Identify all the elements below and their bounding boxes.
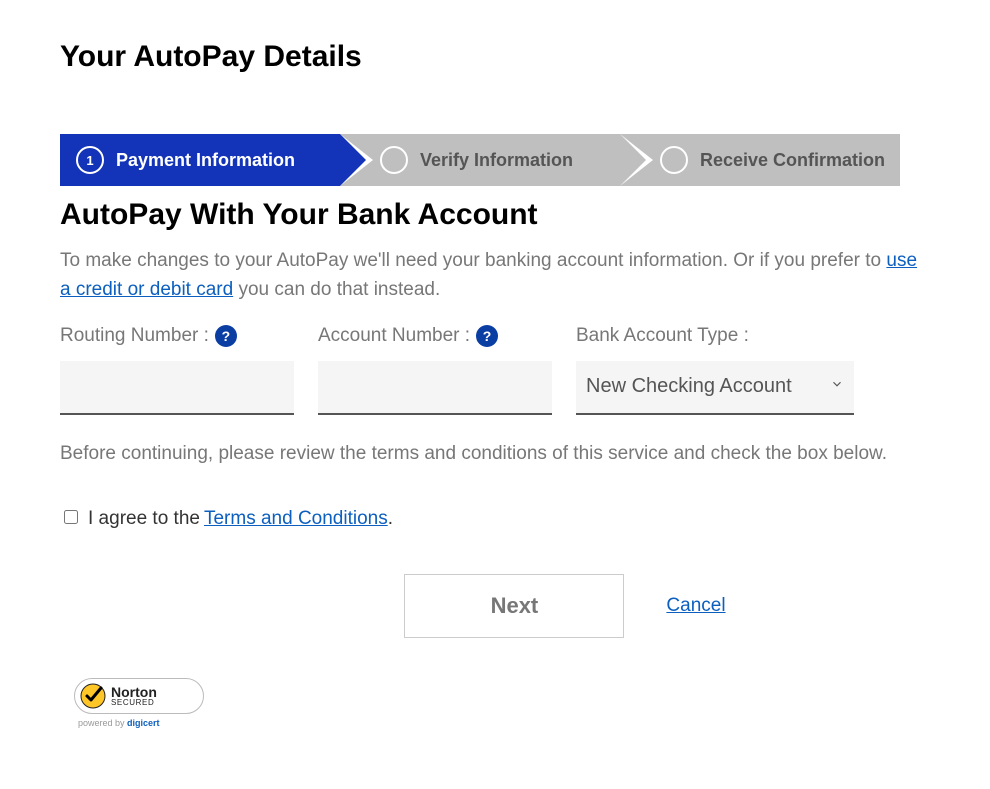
step-number: 3: [660, 146, 688, 174]
agree-post: .: [388, 508, 393, 530]
agree-pre: I agree to the: [88, 508, 200, 530]
step-payment-information: 1 Payment Information: [60, 134, 340, 186]
account-type-selected: New Checking Account: [586, 375, 792, 398]
account-number-label: Account Number :: [318, 325, 470, 347]
intro-post: you can do that instead.: [233, 279, 440, 300]
step-verify-information: 2 Verify Information: [340, 134, 620, 186]
account-type-select[interactable]: New Checking Account: [576, 361, 854, 415]
section-title: AutoPay With Your Bank Account: [60, 198, 930, 232]
account-number-field: Account Number : ?: [318, 325, 552, 415]
intro-pre: To make changes to your AutoPay we'll ne…: [60, 250, 886, 271]
badge-sub: SECURED: [111, 699, 157, 707]
terms-link[interactable]: Terms and Conditions: [204, 508, 388, 530]
step-number: 1: [76, 146, 104, 174]
step-receive-confirmation: 3 Receive Confirmation: [620, 134, 900, 186]
routing-number-field: Routing Number : ?: [60, 325, 294, 415]
step-label: Payment Information: [116, 150, 295, 171]
help-icon[interactable]: ?: [215, 325, 237, 347]
step-number: 2: [380, 146, 408, 174]
routing-number-label: Routing Number :: [60, 325, 209, 347]
progress-steps: 1 Payment Information 2 Verify Informati…: [60, 134, 900, 186]
step-label: Receive Confirmation: [700, 150, 885, 171]
agree-checkbox[interactable]: [64, 510, 78, 524]
badge-powered-pre: powered by: [78, 718, 127, 728]
norton-secured-badge: Norton SECURED powered by digicert: [74, 678, 204, 728]
next-button[interactable]: Next: [404, 574, 624, 638]
cancel-link[interactable]: Cancel: [666, 595, 725, 617]
terms-note: Before continuing, please review the ter…: [60, 439, 930, 468]
page-title: Your AutoPay Details: [60, 40, 930, 74]
account-type-label: Bank Account Type :: [576, 325, 749, 347]
checkmark-icon: [79, 682, 107, 710]
routing-number-input[interactable]: [60, 361, 294, 415]
chevron-down-icon: [830, 377, 844, 396]
badge-name: Norton: [111, 685, 157, 699]
help-icon[interactable]: ?: [476, 325, 498, 347]
step-label: Verify Information: [420, 150, 573, 171]
intro-text: To make changes to your AutoPay we'll ne…: [60, 246, 930, 305]
account-type-field: Bank Account Type : New Checking Account: [576, 325, 854, 415]
badge-powered-brand: digicert: [127, 718, 160, 728]
account-number-input[interactable]: [318, 361, 552, 415]
